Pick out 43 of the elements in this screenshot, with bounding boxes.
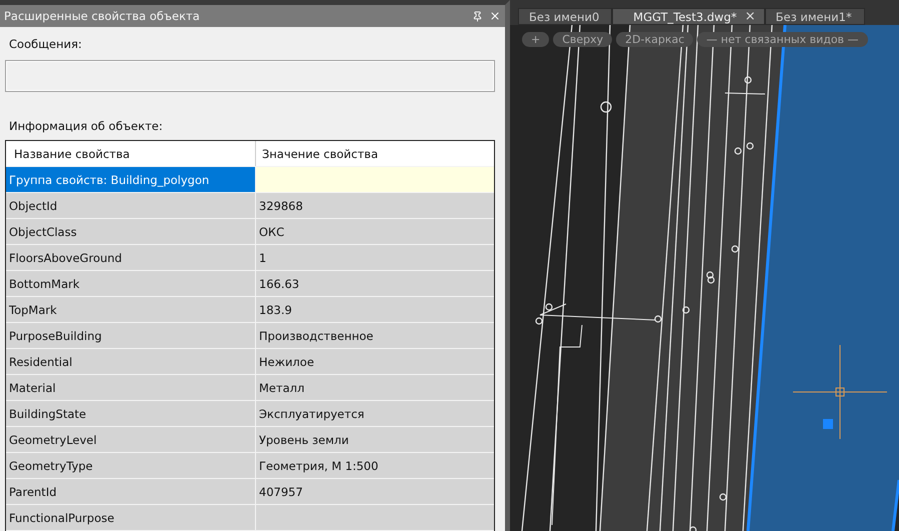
property-value-cell[interactable]: 183.9: [256, 297, 494, 322]
property-name-cell[interactable]: Группа свойств: Building_polygon: [6, 167, 256, 192]
column-header[interactable]: Значение свойства: [256, 141, 494, 166]
property-value-cell[interactable]: 166.63: [256, 271, 494, 296]
property-name-cell[interactable]: BottomMark: [6, 271, 256, 296]
property-name-cell[interactable]: Material: [6, 375, 256, 400]
viewport-control[interactable]: 2D-каркас: [616, 32, 694, 47]
panel-title: Расширенные свойства объекта: [4, 9, 201, 23]
property-name-cell[interactable]: ObjectId: [6, 193, 256, 218]
drawing-tab[interactable]: Без имени0: [518, 8, 612, 25]
property-value-cell[interactable]: 329868: [256, 193, 494, 218]
property-name-cell[interactable]: PurposeBuilding: [6, 323, 256, 348]
property-value-cell[interactable]: 407957: [256, 479, 494, 504]
property-value-cell[interactable]: Геометрия, М 1:500: [256, 453, 494, 478]
property-name-cell[interactable]: GeometryType: [6, 453, 256, 478]
property-value-cell[interactable]: Уровень земли: [256, 427, 494, 452]
drawing-tab[interactable]: MGGT_Test3.dwg* ×: [612, 8, 765, 25]
property-name-cell[interactable]: ObjectClass: [6, 219, 256, 244]
viewport-control[interactable]: Сверху: [553, 32, 612, 47]
property-value-cell[interactable]: ОКС: [256, 219, 494, 244]
property-name-cell[interactable]: BuildingState: [6, 401, 256, 426]
pin-icon[interactable]: [472, 10, 483, 22]
property-value-cell[interactable]: Металл: [256, 375, 494, 400]
messages-label: Сообщения:: [8, 37, 83, 51]
property-value-cell[interactable]: Производственное: [256, 323, 494, 348]
viewport-control[interactable]: — нет связанных видов —: [697, 32, 868, 47]
property-name-cell[interactable]: Residential: [6, 349, 256, 374]
property-name-cell[interactable]: TopMark: [6, 297, 256, 322]
property-value-cell[interactable]: 1: [256, 245, 494, 270]
property-value-cell[interactable]: Нежилое: [256, 349, 494, 374]
drawing-tab[interactable]: Без имени1*: [764, 8, 865, 25]
close-tab-icon[interactable]: ×: [744, 9, 756, 24]
property-name-cell[interactable]: GeometryLevel: [6, 427, 256, 452]
viewport-control[interactable]: +: [522, 32, 550, 47]
property-name-cell[interactable]: ParentId: [6, 479, 256, 504]
property-name-cell[interactable]: FloorsAboveGround: [6, 245, 256, 270]
property-value-cell[interactable]: [256, 167, 494, 192]
column-header[interactable]: Название свойства: [6, 141, 256, 166]
property-value-cell[interactable]: Эксплуатируется: [256, 401, 494, 426]
property-name-cell[interactable]: FunctionalPurpose: [6, 505, 256, 530]
property-value-cell[interactable]: [256, 505, 494, 530]
info-label: Информация об объекте:: [8, 119, 164, 133]
close-icon[interactable]: [489, 10, 501, 22]
